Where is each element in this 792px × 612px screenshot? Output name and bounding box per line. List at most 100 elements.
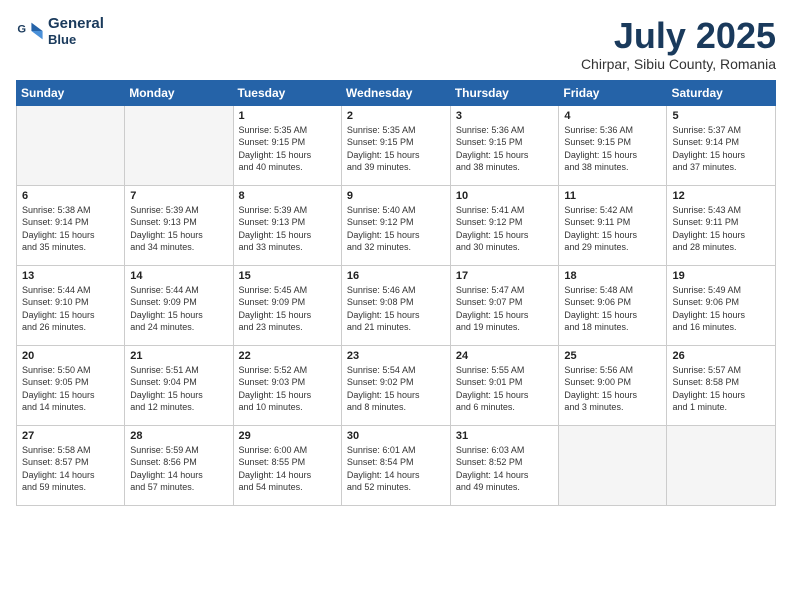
calendar-day-cell: 20 Sunrise: 5:50 AM Sunset: 9:05 PM Dayli… [17, 345, 125, 425]
day-number: 13 [22, 270, 119, 282]
day-number: 7 [130, 190, 227, 202]
day-info: Sunrise: 5:40 AM Sunset: 9:12 PM Dayligh… [347, 204, 445, 254]
calendar-day-cell [125, 105, 233, 185]
day-info: Sunrise: 5:54 AM Sunset: 9:02 PM Dayligh… [347, 364, 445, 414]
day-number: 20 [22, 350, 119, 362]
calendar-day-cell: 31 Sunrise: 6:03 AM Sunset: 8:52 PM Dayli… [450, 425, 559, 505]
day-info: Sunrise: 5:46 AM Sunset: 9:08 PM Dayligh… [347, 284, 445, 334]
day-number: 28 [130, 430, 227, 442]
day-info: Sunrise: 5:51 AM Sunset: 9:04 PM Dayligh… [130, 364, 227, 414]
day-info: Sunrise: 6:01 AM Sunset: 8:54 PM Dayligh… [347, 444, 445, 494]
day-info: Sunrise: 5:44 AM Sunset: 9:09 PM Dayligh… [130, 284, 227, 334]
calendar-day-cell: 24 Sunrise: 5:55 AM Sunset: 9:01 PM Dayli… [450, 345, 559, 425]
svg-text:G: G [17, 24, 26, 36]
weekday-header: Wednesday [341, 80, 450, 105]
day-number: 5 [672, 110, 770, 122]
day-info: Sunrise: 5:57 AM Sunset: 8:58 PM Dayligh… [672, 364, 770, 414]
day-number: 10 [456, 190, 554, 202]
calendar-day-cell: 21Sunrise: 5:51 AM Sunset: 9:04 PM Dayli… [125, 345, 233, 425]
calendar-day-cell [17, 105, 125, 185]
day-info: Sunrise: 6:03 AM Sunset: 8:52 PM Dayligh… [456, 444, 554, 494]
day-info: Sunrise: 5:58 AM Sunset: 8:57 PM Dayligh… [22, 444, 119, 494]
day-number: 9 [347, 190, 445, 202]
calendar-day-cell: 4Sunrise: 5:36 AM Sunset: 9:15 PM Daylig… [559, 105, 667, 185]
day-number: 26 [672, 350, 770, 362]
location-subtitle: Chirpar, Sibiu County, Romania [581, 56, 776, 72]
calendar-day-cell: 27 Sunrise: 5:58 AM Sunset: 8:57 PM Dayli… [17, 425, 125, 505]
calendar-day-cell: 23 Sunrise: 5:54 AM Sunset: 9:02 PM Dayli… [341, 345, 450, 425]
day-info: Sunrise: 5:43 AM Sunset: 9:11 PM Dayligh… [672, 204, 770, 254]
day-number: 22 [239, 350, 336, 362]
day-number: 1 [239, 110, 336, 122]
day-number: 2 [347, 110, 445, 122]
day-info: Sunrise: 5:37 AM Sunset: 9:14 PM Dayligh… [672, 124, 770, 174]
calendar-day-cell: 26 Sunrise: 5:57 AM Sunset: 8:58 PM Dayli… [667, 345, 776, 425]
day-number: 11 [564, 190, 661, 202]
calendar-day-cell: 29 Sunrise: 6:00 AM Sunset: 8:55 PM Dayli… [233, 425, 341, 505]
calendar-day-cell: 2 Sunrise: 5:35 AM Sunset: 9:15 PM Daylig… [341, 105, 450, 185]
day-info: Sunrise: 5:39 AM Sunset: 9:13 PM Dayligh… [239, 204, 336, 254]
calendar-week-row: 13 Sunrise: 5:44 AM Sunset: 9:10 PM Dayli… [17, 265, 776, 345]
weekday-header: Sunday [17, 80, 125, 105]
day-info: Sunrise: 5:50 AM Sunset: 9:05 PM Dayligh… [22, 364, 119, 414]
calendar-week-row: 6Sunrise: 5:38 AM Sunset: 9:14 PM Daylig… [17, 185, 776, 265]
calendar-day-cell: 3Sunrise: 5:36 AM Sunset: 9:15 PM Daylig… [450, 105, 559, 185]
calendar-day-cell: 19 Sunrise: 5:49 AM Sunset: 9:06 PM Dayli… [667, 265, 776, 345]
day-info: Sunrise: 5:45 AM Sunset: 9:09 PM Dayligh… [239, 284, 336, 334]
day-number: 23 [347, 350, 445, 362]
calendar-week-row: 1 Sunrise: 5:35 AM Sunset: 9:15 PM Daylig… [17, 105, 776, 185]
calendar-day-cell: 22 Sunrise: 5:52 AM Sunset: 9:03 PM Dayli… [233, 345, 341, 425]
day-info: Sunrise: 5:36 AM Sunset: 9:15 PM Dayligh… [456, 124, 554, 174]
day-number: 15 [239, 270, 336, 282]
day-info: Sunrise: 5:35 AM Sunset: 9:15 PM Dayligh… [347, 124, 445, 174]
calendar-day-cell: 5 Sunrise: 5:37 AM Sunset: 9:14 PM Daylig… [667, 105, 776, 185]
day-info: Sunrise: 5:49 AM Sunset: 9:06 PM Dayligh… [672, 284, 770, 334]
logo-line1: General [48, 16, 104, 33]
title-block: July 2025 Chirpar, Sibiu County, Romania [581, 16, 776, 72]
weekday-header: Monday [125, 80, 233, 105]
day-number: 16 [347, 270, 445, 282]
day-number: 27 [22, 430, 119, 442]
weekday-header: Thursday [450, 80, 559, 105]
weekday-header: Friday [559, 80, 667, 105]
day-number: 25 [564, 350, 661, 362]
weekday-header: Saturday [667, 80, 776, 105]
day-info: Sunrise: 5:44 AM Sunset: 9:10 PM Dayligh… [22, 284, 119, 334]
calendar-day-cell: 18 Sunrise: 5:48 AM Sunset: 9:06 PM Dayli… [559, 265, 667, 345]
day-info: Sunrise: 5:36 AM Sunset: 9:15 PM Dayligh… [564, 124, 661, 174]
day-info: Sunrise: 5:42 AM Sunset: 9:11 PM Dayligh… [564, 204, 661, 254]
day-number: 12 [672, 190, 770, 202]
logo-icon: G [16, 17, 44, 45]
calendar-day-cell: 30 Sunrise: 6:01 AM Sunset: 8:54 PM Dayli… [341, 425, 450, 505]
day-info: Sunrise: 5:38 AM Sunset: 9:14 PM Dayligh… [22, 204, 119, 254]
day-info: Sunrise: 5:52 AM Sunset: 9:03 PM Dayligh… [239, 364, 336, 414]
calendar-week-row: 27 Sunrise: 5:58 AM Sunset: 8:57 PM Dayli… [17, 425, 776, 505]
month-title: July 2025 [581, 16, 776, 56]
day-info: Sunrise: 5:47 AM Sunset: 9:07 PM Dayligh… [456, 284, 554, 334]
day-number: 24 [456, 350, 554, 362]
calendar-table: SundayMondayTuesdayWednesdayThursdayFrid… [16, 80, 776, 506]
calendar-day-cell: 28Sunrise: 5:59 AM Sunset: 8:56 PM Dayli… [125, 425, 233, 505]
day-number: 31 [456, 430, 554, 442]
day-number: 8 [239, 190, 336, 202]
calendar-day-cell: 15 Sunrise: 5:45 AM Sunset: 9:09 PM Dayli… [233, 265, 341, 345]
day-number: 17 [456, 270, 554, 282]
day-number: 30 [347, 430, 445, 442]
day-number: 14 [130, 270, 227, 282]
logo: G General Blue [16, 16, 104, 47]
day-info: Sunrise: 5:55 AM Sunset: 9:01 PM Dayligh… [456, 364, 554, 414]
day-number: 29 [239, 430, 336, 442]
header: G General Blue July 2025 Chirpar, Sibiu … [16, 16, 776, 72]
day-info: Sunrise: 5:35 AM Sunset: 9:15 PM Dayligh… [239, 124, 336, 174]
calendar-day-cell: 13 Sunrise: 5:44 AM Sunset: 9:10 PM Dayli… [17, 265, 125, 345]
calendar-day-cell: 7Sunrise: 5:39 AM Sunset: 9:13 PM Daylig… [125, 185, 233, 265]
calendar-day-cell: 16 Sunrise: 5:46 AM Sunset: 9:08 PM Dayli… [341, 265, 450, 345]
day-number: 19 [672, 270, 770, 282]
calendar-day-cell: 10 Sunrise: 5:41 AM Sunset: 9:12 PM Dayli… [450, 185, 559, 265]
day-number: 18 [564, 270, 661, 282]
logo-line2: Blue [48, 33, 104, 47]
day-info: Sunrise: 6:00 AM Sunset: 8:55 PM Dayligh… [239, 444, 336, 494]
day-info: Sunrise: 5:41 AM Sunset: 9:12 PM Dayligh… [456, 204, 554, 254]
calendar-day-cell: 12 Sunrise: 5:43 AM Sunset: 9:11 PM Dayli… [667, 185, 776, 265]
day-info: Sunrise: 5:48 AM Sunset: 9:06 PM Dayligh… [564, 284, 661, 334]
